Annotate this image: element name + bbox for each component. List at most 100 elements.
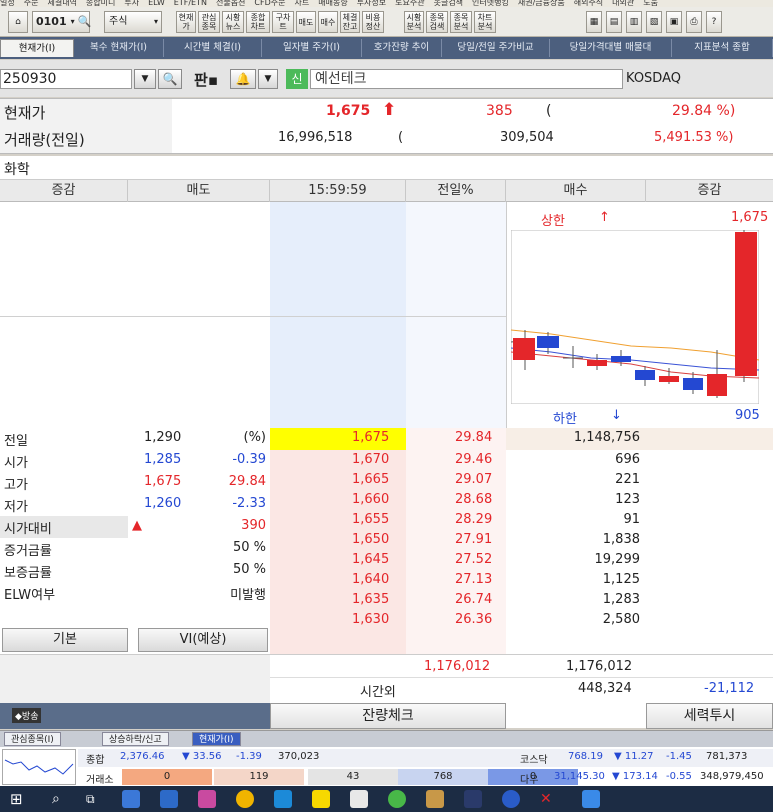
menu-item[interactable]: 일정 [0,0,15,7]
screen-number-input[interactable]: 0101 ▾ 🔍 [32,11,91,33]
toolbar-button[interactable]: 현재가 [176,11,196,33]
menu-item[interactable]: 대외관 [612,0,634,7]
toolbar-button[interactable]: 차트분석 [474,11,496,33]
toolbar-button[interactable]: 종합차트 [246,11,270,33]
toolbar-button[interactable]: 비용정산 [362,11,384,33]
kosdaq-label: 코스닥 [520,755,548,766]
app-icon-edge[interactable] [274,790,292,808]
bid-qty: 1,838 [602,532,640,547]
tab-2[interactable]: 시간별 체결(I) [164,39,262,57]
tab-4[interactable]: 호가잔량 추이 [362,39,442,57]
app-icon-folder[interactable] [426,790,444,808]
menu-item[interactable]: 채권/금융상품 [518,0,565,7]
taskbar: ⊞ ⌕ ⧉ ✕ [0,786,773,812]
grid-icon[interactable]: ▦ [586,11,602,33]
total-ask-qty: 1,176,012 [424,659,491,674]
task-view-icon[interactable]: ⧉ [86,790,104,808]
bid-price: 1,635 [352,592,390,607]
app-icon-trading[interactable] [582,790,600,808]
basic-button[interactable]: 기본 [2,628,128,652]
menu-item[interactable]: 투자 [124,0,139,7]
save-icon[interactable]: ▣ [666,11,682,33]
app-icon-store[interactable] [160,790,178,808]
balance-check-button[interactable]: 잔량체크 [270,703,506,729]
app-icon-explorer[interactable] [122,790,140,808]
toolbar-button[interactable]: 시황뉴스 [222,11,244,33]
menu-item[interactable]: 도움 [643,0,658,7]
info-extra: -0.39 [232,452,266,467]
toolbar-button[interactable]: 종목검색 [426,11,448,33]
app-icon-media[interactable] [198,790,216,808]
alert-dropdown-button[interactable]: ▼ [258,69,278,89]
price-change: 385 [486,103,513,119]
tab-0[interactable]: 현재가(I) [0,39,74,57]
app-icon-note[interactable] [350,790,368,808]
bid-pct: 29.46 [455,452,493,467]
bottom-tab-0[interactable]: 관심종목(I) [4,732,61,746]
menu-item[interactable]: 매매동향 [318,0,347,7]
info-label: 전일 [4,434,28,449]
bid-pct: 28.68 [455,492,493,507]
menu-item[interactable]: 인터넷뱅킹 [472,0,509,7]
menu-item[interactable]: 옷글검색 [434,0,463,7]
toolbar-button[interactable]: 종목분석 [450,11,472,33]
board-button[interactable]: 판▪ [188,69,224,89]
up-arrow-icon: ↑ [599,210,610,225]
copy-icon[interactable]: ▧ [646,11,662,33]
app-icon-red[interactable]: ✕ [540,790,558,808]
change-paren: ( [546,103,552,119]
type-select[interactable]: 주식 ▾ [104,11,162,33]
orderbook-header: 증감 매도 15:59:59 전일% 매수 증감 [0,180,773,202]
bottom-tab-1[interactable]: 상승하락/신고 [102,732,169,746]
broadcast-icon[interactable]: ◆방송 [12,708,42,723]
lower-limit-value: 905 [735,408,760,423]
prev-pct-header[interactable]: 전일% [406,180,506,202]
toolbar-button[interactable]: 체결잔고 [340,11,360,33]
app-icon-green[interactable] [388,790,406,808]
app-icon-blue[interactable] [502,790,520,808]
tab-6[interactable]: 당일가격대별 매물대 [550,39,672,57]
tab-3[interactable]: 일자별 주가(I) [262,39,362,57]
search-icon[interactable]: ⌕ [52,790,70,808]
menu-item[interactable]: 종합미니 [86,0,115,7]
alert-button[interactable]: 🔔 [230,69,256,89]
toolbar-button[interactable]: 시황분석 [404,11,424,33]
windows-start-icon[interactable]: ⊞ [10,790,28,808]
menu-item[interactable]: 토요주관 [395,0,424,7]
menu-item[interactable]: 선물옵션 [216,0,245,7]
dow-change: ▼ 173.14 [612,771,658,782]
tab-7[interactable]: 지표분석 종합 [672,39,773,57]
toolbar-button[interactable]: 관심종목 [198,11,220,33]
menu-item[interactable]: CFD주문 [254,0,285,7]
chrome-icon[interactable] [236,790,254,808]
bid-qty: 2,580 [602,612,640,627]
code-dropdown-button[interactable]: ▼ [134,69,156,89]
menu-item[interactable]: ELW [148,0,165,7]
stock-code-input[interactable]: 250930 [0,69,132,89]
menu-item[interactable]: 해외주식 [574,0,603,7]
stock-name-field[interactable]: 예선테크 [310,69,623,89]
window-icon[interactable]: ▤ [606,11,622,33]
print-icon[interactable]: ⎙ [686,11,702,33]
bottom-tab-2[interactable]: 현재가(I) [192,732,241,746]
tab-1[interactable]: 복수 현재가(I) [74,39,164,57]
help-icon[interactable]: ? [706,11,722,33]
toolbar-button[interactable]: 매수 [318,11,338,33]
vi-button[interactable]: VI(예상) [138,628,268,652]
code-search-button[interactable]: 🔍 [158,69,182,89]
home-icon[interactable]: ⌂ [8,11,28,33]
menu-item[interactable]: ETF/ETN [174,0,207,7]
force-view-button[interactable]: 세력투시 [646,703,773,729]
steam-icon[interactable] [464,790,482,808]
toolbar-button[interactable]: 구차트 [272,11,294,33]
tab-5[interactable]: 당일/전일 주가비교 [442,39,550,57]
menu-item[interactable]: 투자정보 [357,0,386,7]
menu-item[interactable]: 체결내역 [47,0,76,7]
bid-price: 1,675 [352,430,390,445]
kakaotalk-icon[interactable] [312,790,330,808]
volume-paren: ( [398,130,404,145]
menu-item[interactable]: 차트 [295,0,310,7]
chart-icon[interactable]: ▥ [626,11,642,33]
toolbar-button[interactable]: 매도 [296,11,316,33]
menu-item[interactable]: 주문 [24,0,39,7]
